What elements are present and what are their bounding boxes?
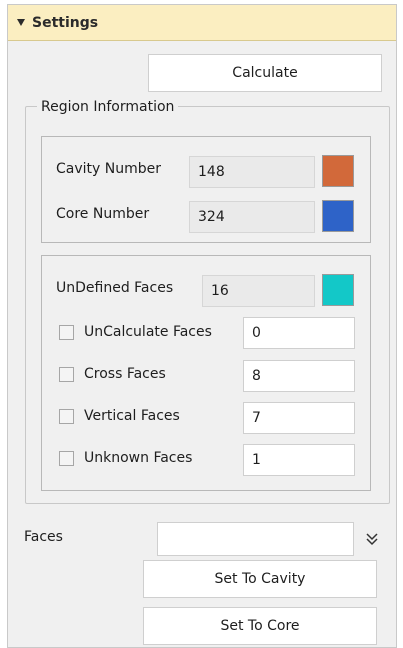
settings-panel: Settings Calculate Region Information Ca… (7, 4, 397, 648)
uncalculate-faces-label: UnCalculate Faces (84, 324, 212, 340)
uncalculate-faces-field[interactable]: 0 (243, 317, 355, 349)
calculate-button[interactable]: Calculate (148, 54, 382, 92)
cross-faces-label: Cross Faces (84, 366, 166, 382)
set-to-core-button[interactable]: Set To Core (143, 607, 377, 645)
vertical-faces-label: Vertical Faces (84, 408, 180, 424)
cavity-number-field: 148 (189, 156, 315, 188)
set-to-cavity-button[interactable]: Set To Cavity (143, 560, 377, 598)
undefined-faces-label: UnDefined Faces (56, 280, 174, 296)
core-number-field: 324 (189, 201, 315, 233)
faces-label: Faces (24, 529, 63, 545)
core-number-label: Core Number (56, 206, 150, 222)
undefined-color-swatch[interactable] (322, 274, 354, 306)
settings-header[interactable]: Settings (8, 5, 396, 41)
cross-faces-field[interactable]: 8 (243, 360, 355, 392)
unknown-faces-field[interactable]: 1 (243, 444, 355, 476)
unknown-faces-label: Unknown Faces (84, 450, 193, 466)
undefined-faces-field: 16 (202, 275, 315, 307)
unknown-faces-checkbox[interactable] (59, 451, 74, 466)
vertical-faces-checkbox[interactable] (59, 409, 74, 424)
collapse-triangle-icon[interactable] (17, 19, 25, 26)
region-information-title: Region Information (37, 98, 179, 116)
cross-faces-checkbox[interactable] (59, 367, 74, 382)
settings-title: Settings (32, 14, 99, 31)
core-color-swatch[interactable] (322, 200, 354, 232)
uncalculate-faces-checkbox[interactable] (59, 325, 74, 340)
cavity-color-swatch[interactable] (322, 155, 354, 187)
cavity-number-label: Cavity Number (56, 161, 161, 177)
double-chevron-down-icon[interactable] (364, 531, 380, 547)
vertical-faces-field[interactable]: 7 (243, 402, 355, 434)
faces-selector[interactable] (157, 522, 354, 556)
